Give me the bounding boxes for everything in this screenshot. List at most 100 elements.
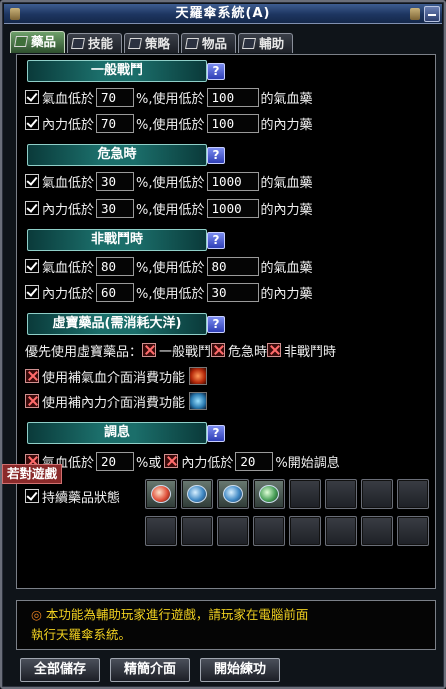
- treasure-priority-row: 優先使用虛寶藥品： 一般戰鬥 危急時 非戰鬥時: [25, 339, 336, 361]
- empty-slot[interactable]: [325, 516, 357, 546]
- combat-mp-amount-field[interactable]: 100: [206, 113, 259, 133]
- label: %或: [136, 455, 162, 471]
- danger-mp-checkbox[interactable]: [25, 201, 39, 215]
- minimize-button[interactable]: [424, 6, 440, 22]
- combat-mp-percent-field[interactable]: 70: [96, 113, 135, 133]
- red-gem-icon[interactable]: [189, 367, 208, 385]
- potion-slot[interactable]: [145, 479, 177, 509]
- danger-mp-percent-field[interactable]: 30: [96, 198, 135, 218]
- label: 的氣血藥: [260, 91, 313, 107]
- empty-slot[interactable]: [325, 479, 357, 509]
- potion-slot[interactable]: [181, 479, 213, 509]
- noncombat-mp-amount-field[interactable]: 30: [206, 282, 259, 302]
- label: 內力低於: [42, 202, 95, 218]
- tab-label: 物品: [202, 36, 228, 51]
- label: 氣血低於: [42, 175, 95, 191]
- noncombat-hp-row: 氣血低於 80 %,使用低於 80 的氣血藥: [25, 255, 313, 277]
- potion-icon: [259, 485, 279, 503]
- tab-strategy[interactable]: 策略: [124, 33, 180, 53]
- empty-slot[interactable]: [253, 516, 285, 546]
- danger-hp-percent-field[interactable]: 30: [96, 171, 135, 191]
- notice-star-icon: ◎: [31, 607, 42, 622]
- danger-mp-amount-field[interactable]: 1000: [206, 198, 259, 218]
- danger-hp-checkbox[interactable]: [25, 174, 39, 188]
- combat-mp-checkbox[interactable]: [25, 116, 39, 130]
- potion-slot[interactable]: [217, 479, 249, 509]
- window: 天羅傘系統(A) 藥品 技能 策略 物品 輔助 一般戰鬥 ? 氣血低於 70 %…: [0, 0, 446, 689]
- empty-slot[interactable]: [181, 516, 213, 546]
- treasure-noncombat-checkbox[interactable]: [267, 343, 282, 357]
- tab-icon: [242, 38, 257, 49]
- section-header-noncombat: 非戰鬥時: [27, 229, 207, 251]
- empty-slot[interactable]: [397, 516, 429, 546]
- danger-mp-row: 內力低於 30 %,使用低於 1000 的內力藥: [25, 197, 313, 219]
- tab-bar: 藥品 技能 策略 物品 輔助: [10, 31, 294, 53]
- danger-hp-amount-field[interactable]: 1000: [206, 171, 259, 191]
- title-bar[interactable]: 天羅傘系統(A): [4, 4, 442, 24]
- empty-slot[interactable]: [289, 516, 321, 546]
- combat-hp-percent-field[interactable]: 70: [96, 87, 135, 107]
- label: 危急時: [228, 344, 268, 360]
- noncombat-mp-percent-field[interactable]: 60: [96, 282, 135, 302]
- tab-label: 技能: [88, 36, 114, 51]
- label: 持續藥品狀態: [42, 490, 121, 506]
- combat-hp-row: 氣血低於 70 %,使用低於 100 的氣血藥: [25, 86, 313, 108]
- treasure-hp-ui-checkbox[interactable]: [25, 369, 39, 383]
- overlapping-tooltip: 若對遊戲: [2, 464, 63, 484]
- help-treasure-button[interactable]: ?: [207, 316, 225, 333]
- tab-items[interactable]: 物品: [181, 33, 237, 53]
- label: %,使用低於: [136, 117, 205, 133]
- empty-slot[interactable]: [361, 516, 393, 546]
- notice-text: 本功能為輔助玩家進行遊戲，請玩家在電腦前面: [45, 607, 309, 622]
- help-adjust-button[interactable]: ?: [207, 425, 225, 442]
- tab-label: 策略: [145, 36, 171, 51]
- title-ornament-right: [410, 8, 420, 20]
- empty-slot[interactable]: [217, 516, 249, 546]
- tab-medicine[interactable]: 藥品: [10, 31, 66, 53]
- section-header-adjust: 調息: [27, 422, 207, 444]
- label: 內力低於: [42, 286, 95, 302]
- sustain-checkbox[interactable]: [25, 489, 39, 503]
- empty-slot[interactable]: [145, 516, 177, 546]
- label: 氣血低於: [42, 260, 95, 276]
- label: 非戰鬥時: [284, 344, 337, 360]
- noncombat-hp-percent-field[interactable]: 80: [96, 256, 135, 276]
- empty-slot[interactable]: [361, 479, 393, 509]
- noncombat-mp-checkbox[interactable]: [25, 285, 39, 299]
- section-header-combat: 一般戰鬥: [27, 60, 207, 82]
- label: 的內力藥: [260, 286, 313, 302]
- label: 內力低於: [181, 455, 234, 471]
- adjust-mp-percent-field[interactable]: 20: [235, 451, 274, 471]
- tab-icon: [128, 38, 143, 49]
- label: 使用補氣血介面消費功能: [42, 370, 186, 386]
- notice-box: ◎ 本功能為輔助玩家進行遊戲，請玩家在電腦前面 執行天羅傘系統。: [16, 600, 436, 650]
- label: %,使用低於: [136, 91, 205, 107]
- treasure-mp-ui-checkbox[interactable]: [25, 394, 39, 408]
- save-all-button[interactable]: 全部儲存: [20, 658, 100, 682]
- simple-ui-button[interactable]: 精簡介面: [110, 658, 190, 682]
- treasure-combat-checkbox[interactable]: [142, 343, 157, 357]
- window-title: 天羅傘系統(A): [175, 6, 271, 21]
- tab-icon: [185, 38, 200, 49]
- tab-skills[interactable]: 技能: [67, 33, 123, 53]
- empty-slot[interactable]: [289, 479, 321, 509]
- empty-slot[interactable]: [397, 479, 429, 509]
- potion-slot[interactable]: [253, 479, 285, 509]
- noncombat-hp-checkbox[interactable]: [25, 259, 39, 273]
- tab-icon: [71, 38, 85, 49]
- label: 的內力藥: [260, 202, 313, 218]
- blue-gem-icon[interactable]: [189, 392, 208, 410]
- tab-assist[interactable]: 輔助: [238, 33, 294, 53]
- combat-hp-checkbox[interactable]: [25, 90, 39, 104]
- combat-hp-amount-field[interactable]: 100: [206, 87, 259, 107]
- adjust-hp-percent-field[interactable]: 20: [96, 451, 135, 471]
- label: %,使用低於: [136, 286, 205, 302]
- treasure-mp-ui-row: 使用補內力介面消費功能: [25, 390, 208, 412]
- treasure-danger-checkbox[interactable]: [211, 343, 226, 357]
- help-danger-button[interactable]: ?: [207, 147, 225, 164]
- noncombat-hp-amount-field[interactable]: 80: [206, 256, 259, 276]
- start-training-button[interactable]: 開始練功: [200, 658, 280, 682]
- help-noncombat-button[interactable]: ?: [207, 232, 225, 249]
- adjust-mp-checkbox[interactable]: [164, 454, 179, 468]
- help-combat-button[interactable]: ?: [207, 63, 225, 80]
